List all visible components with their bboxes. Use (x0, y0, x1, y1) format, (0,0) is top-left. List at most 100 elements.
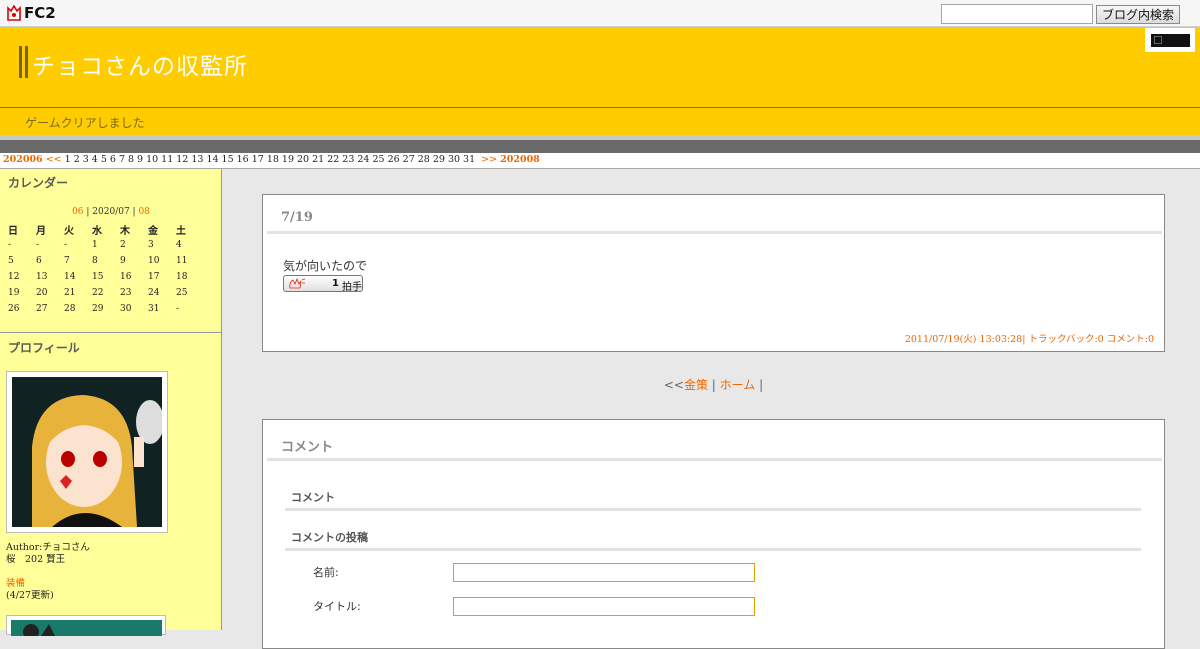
calendar-week: 19 20 21 22 23 24 25 (4, 285, 200, 301)
day-link[interactable]: 16 (237, 154, 249, 165)
pager-sep: | (707, 378, 720, 392)
day-link[interactable]: 27 (403, 154, 415, 165)
calendar-day: 27 (36, 304, 48, 314)
blog-title[interactable]: チョコさんの収監所 (32, 47, 248, 81)
calendar-day: 9 (120, 256, 126, 266)
day-link[interactable]: 3 (83, 154, 89, 165)
calendar-day: 24 (148, 288, 160, 298)
calendar-weekday: 金 (148, 225, 158, 237)
calendar-weekday: 火 (64, 225, 74, 237)
day-link[interactable]: 4 (92, 154, 98, 165)
day-link[interactable]: 5 (101, 154, 107, 165)
calendar-day: 22 (92, 288, 104, 298)
day-link[interactable]: 26 (388, 154, 400, 165)
pager-sep: | (755, 378, 764, 392)
blog-subtitle: ゲームクリアしました (25, 116, 145, 130)
day-link[interactable]: 15 (222, 154, 234, 165)
calendar-current: 2020/07 (92, 207, 130, 217)
clap-hand-icon (288, 277, 306, 293)
day-link[interactable]: 7 (119, 154, 125, 165)
entry-body: 気が向いたので (283, 259, 368, 273)
calendar-day: - (64, 240, 68, 250)
calendar-day: 16 (120, 272, 132, 282)
calendar-weekday: 木 (120, 225, 130, 237)
day-link[interactable]: 8 (128, 154, 134, 165)
blog-header: チョコさんの収監所 (0, 27, 1200, 107)
calendar-prev-link[interactable]: 06 (72, 207, 83, 217)
calendar-day: 18 (176, 272, 188, 282)
equipment-updated: (4/27更新) (6, 590, 54, 601)
calendar-day: 11 (176, 256, 188, 266)
day-link[interactable]: 14 (206, 154, 218, 165)
divider-dark (0, 140, 1200, 153)
day-link[interactable]: 2 (74, 154, 80, 165)
day-link[interactable]: 11 (161, 154, 173, 165)
calendar-day: 14 (64, 272, 76, 282)
calendar-day: 1 (92, 240, 98, 250)
day-link[interactable]: 24 (357, 154, 369, 165)
entry-box: 7/19 気が向いたので 1 拍手 2011/07/19(火) 13:03:28… (262, 194, 1165, 352)
calendar-weekday: 土 (176, 225, 186, 237)
equipment-link[interactable]: 装備 (6, 578, 25, 589)
calendar-week: 12 13 14 15 16 17 18 (4, 269, 200, 285)
blog-search-input[interactable] (941, 4, 1093, 24)
day-link[interactable]: 22 (327, 154, 339, 165)
calendar-day: 28 (64, 304, 76, 314)
day-link[interactable]: 23 (342, 154, 354, 165)
fc2-toolbar: FC2 ブログ内検索 (0, 0, 1200, 27)
day-link[interactable]: 10 (146, 154, 158, 165)
calendar-day: 2 (120, 240, 126, 250)
calendar-day: 3 (148, 240, 154, 250)
prev-entry-link[interactable]: 金策 (684, 378, 708, 392)
day-link[interactable]: 9 (137, 154, 143, 165)
comment-count-link[interactable]: コメント:0 (1107, 334, 1154, 345)
day-link[interactable]: 13 (191, 154, 203, 165)
next-month-link[interactable]: 202008 (500, 154, 540, 165)
title-field[interactable] (453, 597, 755, 616)
calendar-nav: 06 | 2020/07 | 08 (0, 207, 222, 217)
day-link[interactable]: 19 (282, 154, 294, 165)
day-link[interactable]: 18 (267, 154, 279, 165)
prev-arrow: << (45, 154, 62, 165)
calendar-day: 13 (36, 272, 48, 282)
day-link[interactable]: 30 (448, 154, 460, 165)
calendar-day: 7 (64, 256, 70, 266)
fc2-fox-icon (6, 4, 22, 21)
calendar-heading: カレンダー (8, 176, 69, 190)
day-link[interactable]: 28 (418, 154, 430, 165)
calendar-day: 8 (92, 256, 98, 266)
clap-button[interactable]: 1 拍手 (283, 275, 363, 293)
day-link[interactable]: 31 (463, 154, 475, 165)
section-divider (285, 548, 1141, 551)
sidebar: カレンダー 06 | 2020/07 | 08 日月火水木金土 ---12345… (0, 169, 222, 640)
calendar-day: 20 (36, 288, 48, 298)
entry-title[interactable]: 7/19 (281, 210, 313, 225)
pager-prefix: << (663, 378, 684, 392)
section-divider (285, 508, 1141, 511)
comments-title-divider (267, 458, 1162, 461)
fc2-logo[interactable]: FC2 (6, 4, 56, 22)
prev-month-link[interactable]: 202006 (3, 154, 43, 165)
calendar-day: 19 (8, 288, 20, 298)
sidebar-image (6, 615, 166, 640)
clap-count: 1 (332, 278, 339, 289)
day-link[interactable]: 25 (372, 154, 384, 165)
calendar-day: 30 (120, 304, 132, 314)
day-link[interactable]: 1 (65, 154, 71, 165)
name-field[interactable] (453, 563, 755, 582)
day-link[interactable]: 17 (252, 154, 264, 165)
calendar-week: 5 6 7 8 9 10 11 (4, 253, 200, 269)
title-decoration (19, 46, 30, 78)
calendar-next-link[interactable]: 08 (138, 207, 149, 217)
day-link[interactable]: 6 (110, 154, 116, 165)
day-link[interactable]: 21 (312, 154, 324, 165)
day-link[interactable]: 29 (433, 154, 445, 165)
calendar-day: 5 (8, 256, 14, 266)
calendar-day: 31 (148, 304, 160, 314)
trackback-link[interactable]: トラックバック:0 (1028, 334, 1103, 345)
fc2-logo-text: FC2 (24, 4, 56, 22)
day-link[interactable]: 20 (297, 154, 309, 165)
home-link[interactable]: ホーム (720, 378, 756, 392)
day-link[interactable]: 12 (176, 154, 188, 165)
blog-search-button[interactable]: ブログ内検索 (1096, 5, 1180, 24)
